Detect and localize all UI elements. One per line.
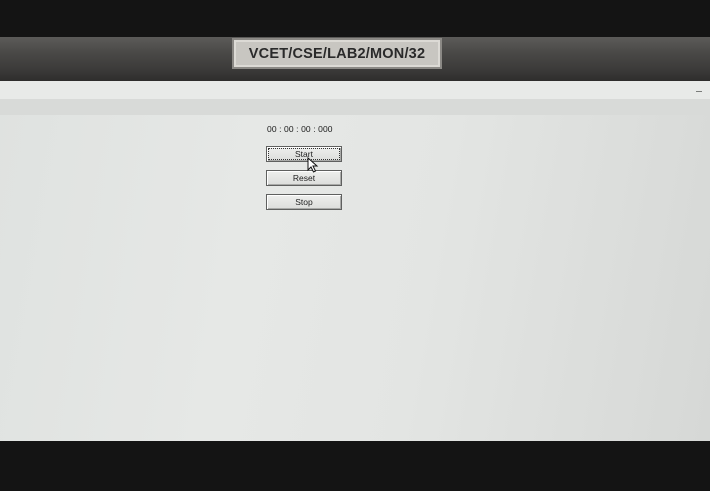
mouse-pointer-icon [307, 157, 319, 173]
minimize-mark [696, 91, 702, 92]
screen-band [0, 99, 710, 115]
start-button[interactable]: Start [266, 146, 342, 162]
monitor-photo: VCET/CSE/LAB2/MON/32 00 : 00 : 00 : 000 … [0, 0, 710, 491]
screen: 00 : 00 : 00 : 000 Start Reset Stop [0, 81, 710, 441]
stopwatch-time-display: 00 : 00 : 00 : 000 [267, 124, 333, 134]
top-dark-border [0, 0, 710, 37]
stop-button[interactable]: Stop [266, 194, 342, 210]
screen-top-strip [0, 81, 710, 99]
monitor-asset-label: VCET/CSE/LAB2/MON/32 [232, 38, 442, 69]
bottom-dark-border [0, 441, 710, 491]
reset-button[interactable]: Reset [266, 170, 342, 186]
